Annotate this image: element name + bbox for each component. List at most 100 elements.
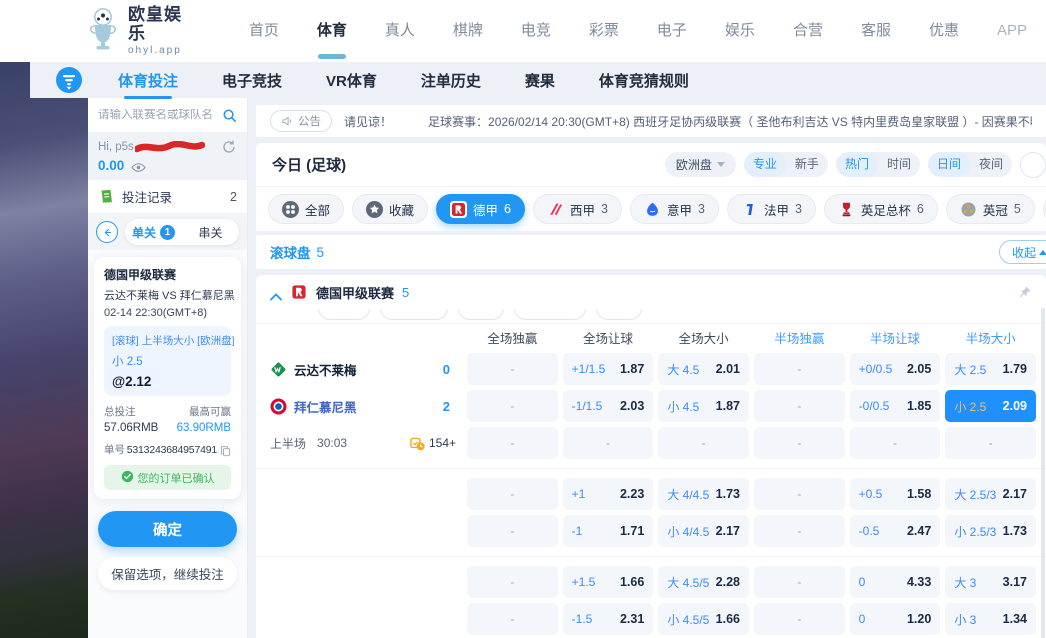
refresh-icon[interactable] (221, 139, 237, 155)
scrollbar[interactable] (1041, 308, 1045, 638)
top-nav-item[interactable]: 棋牌 (434, 0, 502, 62)
top-nav-item[interactable]: 娱乐 (706, 0, 774, 62)
odds-cell[interactable]: - (467, 353, 558, 385)
league-tab[interactable]: 全部 (268, 194, 344, 224)
odds-cell[interactable]: - (467, 478, 558, 510)
odds-cell[interactable]: 小 4/4.52.17 (658, 515, 749, 547)
odds-cell[interactable]: 大 2.5/32.17 (945, 478, 1036, 510)
subnav-tab[interactable]: 体育竞猜规则 (599, 70, 689, 91)
odds-cell[interactable]: - (754, 566, 845, 598)
subnav-tab[interactable]: 赛果 (525, 70, 555, 91)
odds-cell[interactable]: - (467, 566, 558, 598)
odds-cell[interactable]: -0/0.51.85 (850, 390, 941, 422)
league-tab[interactable]: 德甲6 (436, 194, 525, 224)
odds-cell[interactable]: - (754, 427, 845, 459)
pin-icon[interactable] (1018, 285, 1032, 299)
odds-cell[interactable]: 大 4.5/52.28 (658, 566, 749, 598)
toggle-option[interactable]: 夜间 (970, 152, 1012, 177)
search-icon[interactable] (222, 108, 237, 123)
announcement-badge[interactable]: 公告 (270, 110, 332, 132)
league-tab[interactable]: 英足总杯6 (824, 194, 938, 224)
odds-cell[interactable]: - (467, 515, 558, 547)
odds-cell[interactable]: - (563, 427, 654, 459)
toggle-option-active[interactable]: 专业 (744, 152, 786, 177)
brand-logo[interactable]: 欧皇娱乐 ohyl.app (86, 6, 190, 56)
odds-cell[interactable]: 01.20 (850, 603, 941, 635)
league-tab[interactable]: 收藏 (352, 194, 428, 224)
odds-cell[interactable]: - (754, 603, 845, 635)
odds-cell[interactable]: - (467, 427, 558, 459)
subnav-tab[interactable]: VR体育 (326, 70, 377, 91)
top-nav-item[interactable]: 首页 (230, 0, 298, 62)
subnav-tab[interactable]: 电子竞技 (222, 70, 282, 91)
odds-cell[interactable]: - (467, 390, 558, 422)
tab-single-bet[interactable]: 单关 1 (125, 219, 182, 245)
odds-cell[interactable]: 小 2.5/31.73 (945, 515, 1036, 547)
odds-cell[interactable]: 04.33 (850, 566, 941, 598)
odds-cell[interactable]: +1/1.51.87 (563, 353, 654, 385)
subnav-tab[interactable]: 注单历史 (421, 70, 481, 91)
odds-cell[interactable]: 大 4.52.01 (658, 353, 749, 385)
team-name[interactable]: 拜仁慕尼黑 (294, 397, 357, 416)
market-type-select[interactable]: 欧洲盘 (665, 152, 736, 177)
odds-cell[interactable]: 大 33.17 (945, 566, 1036, 598)
clipped-market-tab[interactable] (318, 309, 370, 320)
odds-cell[interactable]: 大 4/4.51.73 (658, 478, 749, 510)
odds-cell[interactable]: 小 2.52.09 (945, 390, 1036, 422)
odds-cell[interactable]: +0.51.58 (850, 478, 941, 510)
tab-parlay-bet[interactable]: 串关 (182, 219, 239, 245)
eye-icon[interactable] (131, 160, 146, 171)
top-nav-item[interactable]: 体育 (298, 0, 366, 62)
odds-cell[interactable]: 小 4.5/51.66 (658, 603, 749, 635)
odds-cell[interactable]: 小 31.34 (945, 603, 1036, 635)
clipped-market-tab[interactable] (514, 309, 586, 320)
league-tab[interactable]: 法甲3 (727, 194, 816, 224)
more-markets-button[interactable]: 154+ (410, 436, 456, 451)
odds-cell[interactable]: - (945, 427, 1036, 459)
subnav-tab[interactable]: 体育投注 (118, 70, 178, 91)
odds-cell[interactable]: -1.52.31 (563, 603, 654, 635)
odds-cell[interactable]: -11.71 (563, 515, 654, 547)
odds-cell[interactable]: +12.23 (563, 478, 654, 510)
odds-cell[interactable]: - (754, 515, 845, 547)
filter-funnel-icon[interactable] (56, 67, 82, 93)
toggle-option-active[interactable]: 日间 (928, 152, 970, 177)
top-nav-item[interactable]: 合营 (774, 0, 842, 62)
top-nav-item[interactable]: APP (978, 0, 1046, 62)
odds-cell[interactable]: - (850, 427, 941, 459)
chevron-up-icon[interactable] (270, 288, 282, 296)
league-tab[interactable]: 意甲3 (630, 194, 719, 224)
odds-cell[interactable]: - (658, 427, 749, 459)
confirm-button[interactable]: 确定 (98, 511, 237, 547)
keep-selection-button[interactable]: 保留选项，继续投注 (98, 557, 237, 590)
clipped-market-tab[interactable] (380, 309, 448, 320)
odds-cell[interactable]: -0.52.47 (850, 515, 941, 547)
odds-cell[interactable]: - (467, 603, 558, 635)
odds-cell[interactable]: - (754, 478, 845, 510)
top-nav-item[interactable]: 彩票 (570, 0, 638, 62)
collapse-button[interactable]: 收起 (999, 240, 1046, 264)
odds-cell[interactable]: -1/1.52.03 (563, 390, 654, 422)
top-nav-item[interactable]: 优惠 (910, 0, 978, 62)
odds-cell[interactable]: 大 2.51.79 (945, 353, 1036, 385)
toggle-option[interactable]: 新手 (786, 152, 828, 177)
odds-cell[interactable]: - (754, 390, 845, 422)
toggle-option[interactable]: 时间 (878, 152, 920, 177)
league-tab[interactable]: 西甲3 (533, 194, 622, 224)
collapsed-control[interactable] (1020, 152, 1046, 178)
top-nav-item[interactable]: 客服 (842, 0, 910, 62)
search-input[interactable] (98, 109, 222, 121)
top-nav-item[interactable]: 电子 (638, 0, 706, 62)
odds-cell[interactable]: +0/0.52.05 (850, 353, 941, 385)
odds-cell[interactable]: +1.51.66 (563, 566, 654, 598)
bet-records-link[interactable]: 投注记录 2 (88, 180, 247, 214)
league-tab[interactable]: 英冠5 (946, 194, 1035, 224)
toggle-option-active[interactable]: 热门 (836, 152, 878, 177)
copy-icon[interactable] (220, 444, 231, 456)
back-icon[interactable] (96, 221, 118, 243)
team-name[interactable]: 云达不莱梅 (294, 360, 357, 379)
odds-cell[interactable]: - (754, 353, 845, 385)
clipped-market-tab[interactable] (458, 309, 504, 320)
odds-cell[interactable]: 小 4.51.87 (658, 390, 749, 422)
top-nav-item[interactable]: 真人 (366, 0, 434, 62)
